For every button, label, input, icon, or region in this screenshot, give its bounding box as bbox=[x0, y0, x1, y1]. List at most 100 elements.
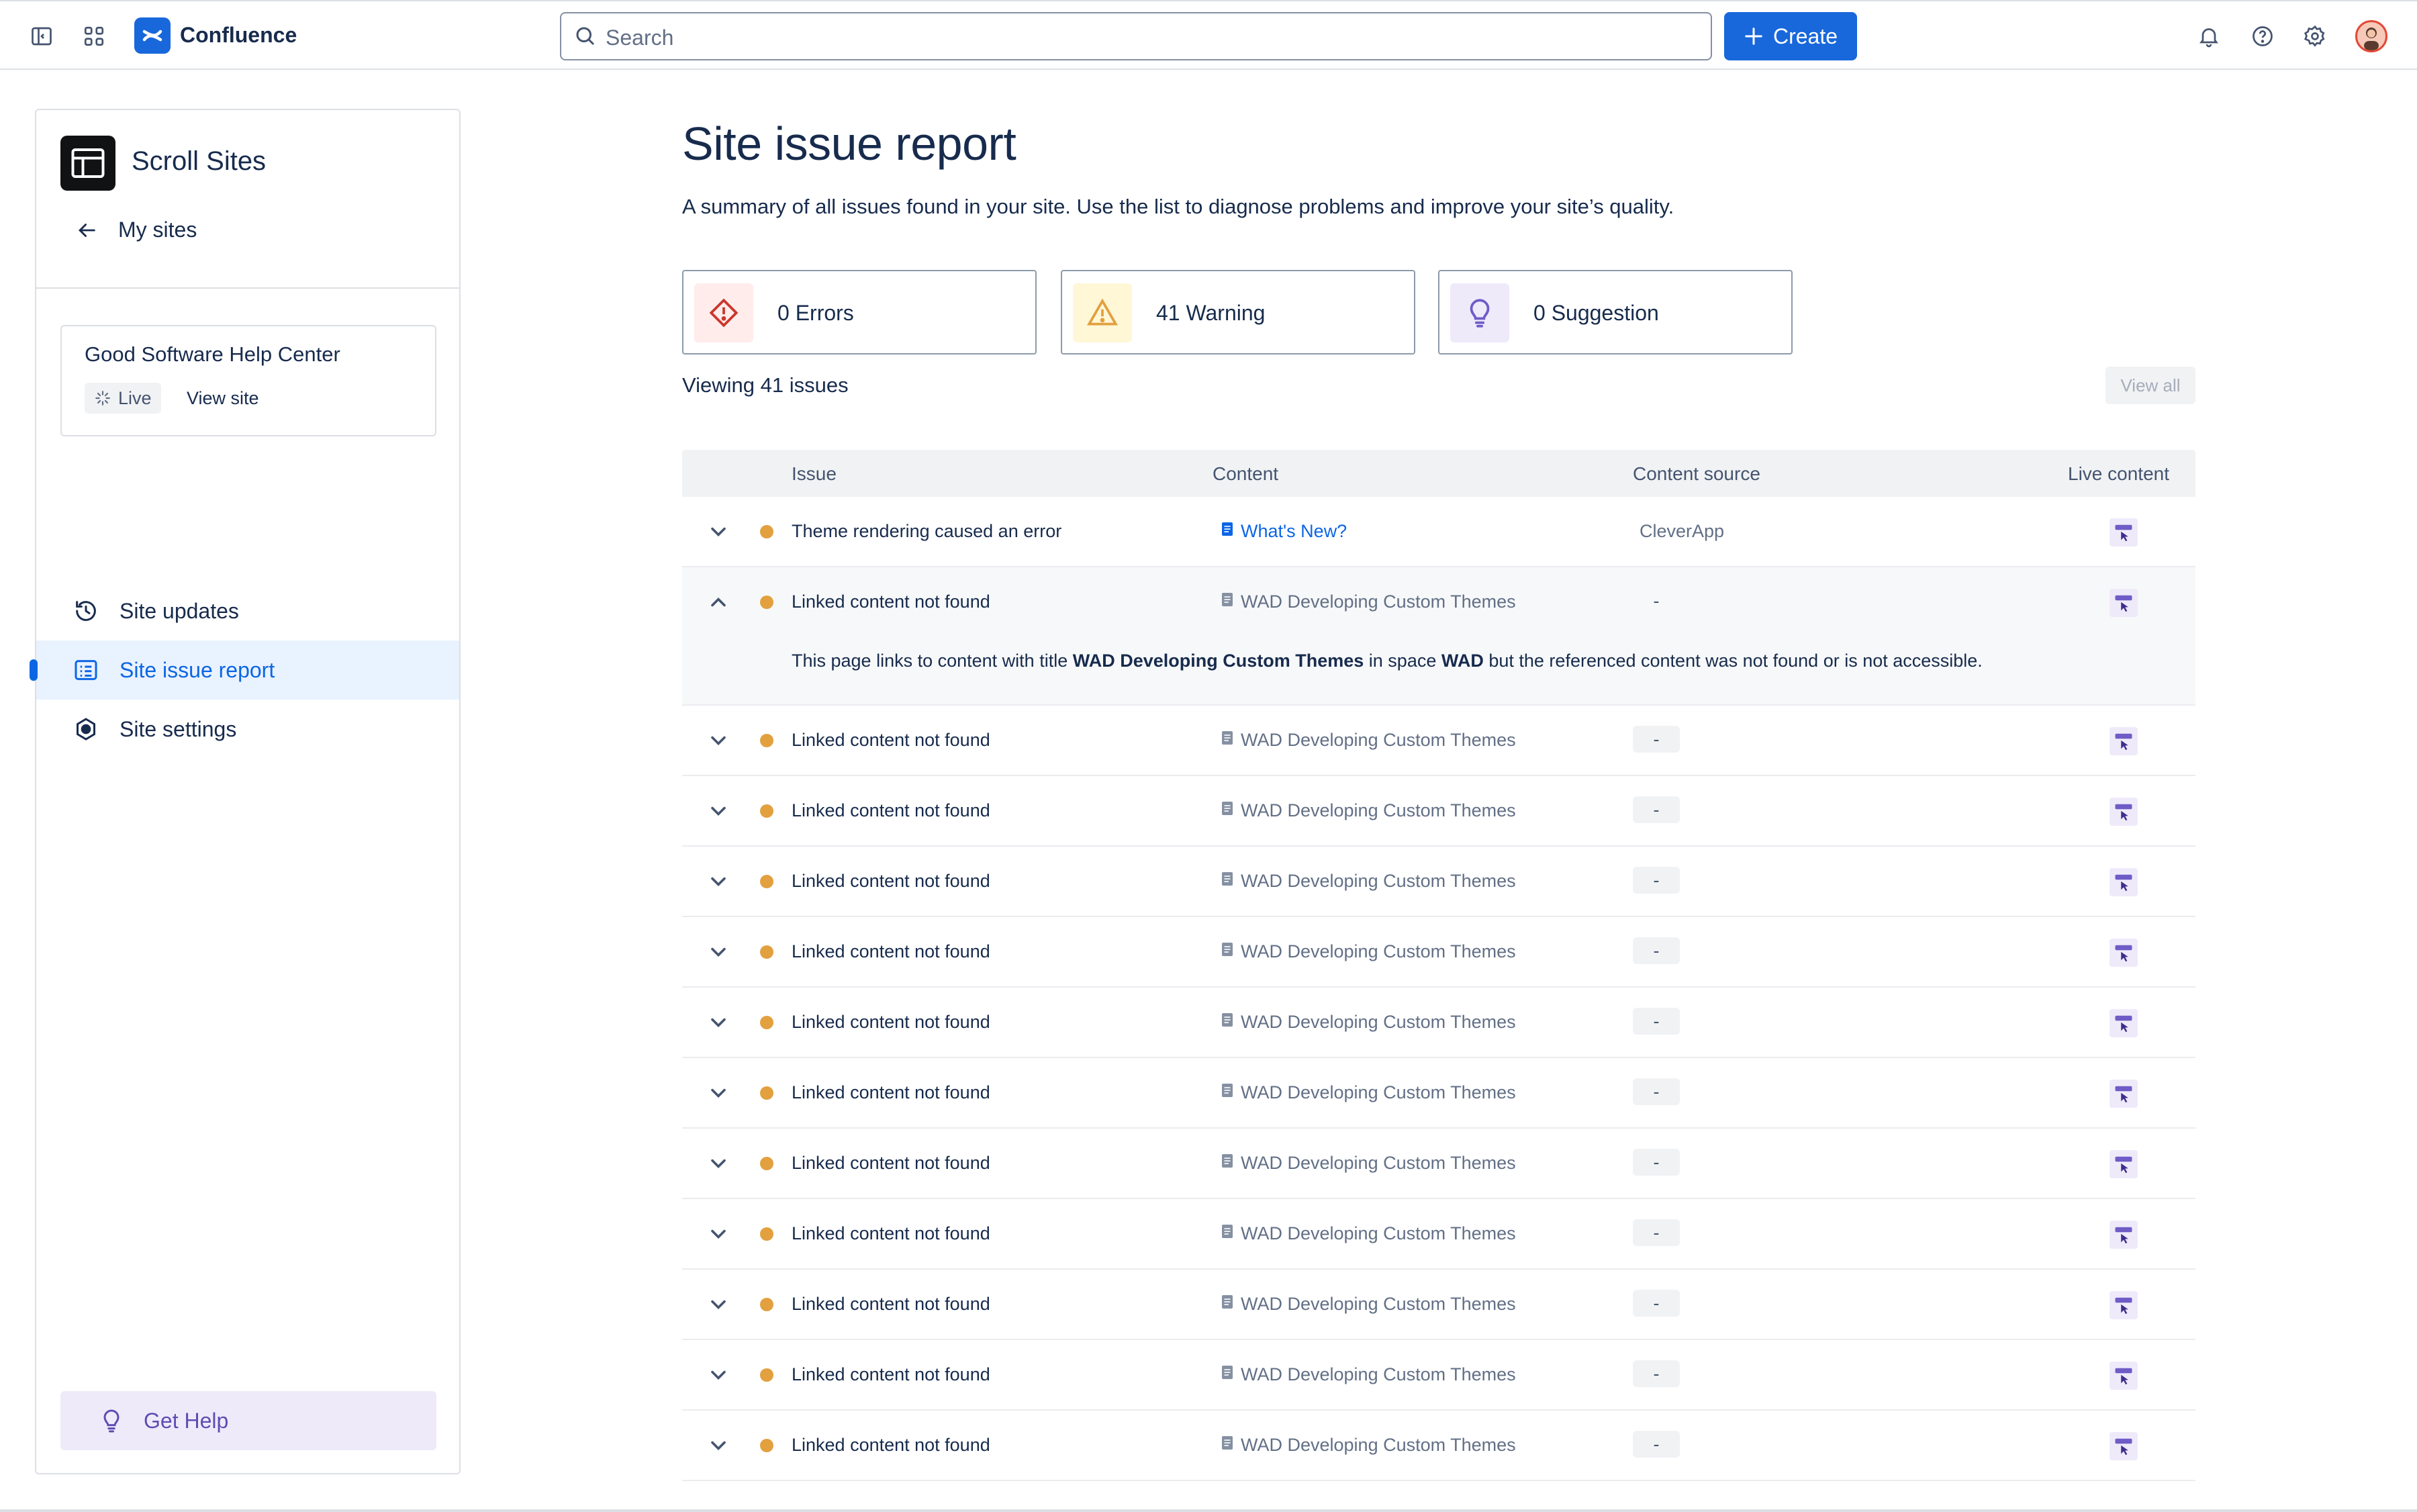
detail-space: WAD bbox=[1441, 651, 1484, 671]
get-help-label: Get Help bbox=[144, 1408, 229, 1433]
live-content-icon[interactable] bbox=[2110, 939, 2138, 967]
live-content-icon[interactable] bbox=[2110, 1221, 2138, 1249]
user-avatar[interactable] bbox=[2355, 20, 2387, 52]
search-input[interactable]: Search bbox=[560, 12, 1712, 60]
table-row[interactable]: Linked content not found WAD Developing C… bbox=[682, 567, 2195, 706]
chevron-down-icon[interactable] bbox=[706, 1363, 730, 1387]
issue-text: Linked content not found bbox=[792, 1435, 990, 1455]
warning-status-dot bbox=[760, 734, 773, 747]
sidebar-toggle-icon[interactable] bbox=[28, 23, 55, 50]
table-row[interactable]: Linked content not found WAD Developing C… bbox=[682, 917, 2195, 988]
issues-table: Issue Content Content source Live conten… bbox=[682, 450, 2195, 1481]
live-content-icon[interactable] bbox=[2110, 1362, 2138, 1390]
product-name[interactable]: Confluence bbox=[180, 23, 297, 48]
table-row[interactable]: Linked content not found WAD Developing C… bbox=[682, 1340, 2195, 1411]
live-content-icon[interactable] bbox=[2110, 1080, 2138, 1108]
content-item: WAD Developing Custom Themes bbox=[1221, 1153, 1516, 1174]
sidebar-item-site-issue-report[interactable]: Site issue report bbox=[30, 641, 459, 700]
chevron-down-icon[interactable] bbox=[706, 1222, 730, 1246]
notifications-bell-icon[interactable] bbox=[2195, 23, 2222, 50]
table-row[interactable]: Linked content not found WAD Developing C… bbox=[682, 1058, 2195, 1129]
scroll-sites-logo-icon bbox=[60, 136, 115, 191]
column-header-live-content[interactable]: Live content bbox=[2068, 463, 2169, 485]
view-all-button[interactable]: View all bbox=[2105, 367, 2195, 404]
content-source-empty: - bbox=[1633, 867, 1680, 894]
warning-status-dot bbox=[760, 945, 773, 959]
back-to-my-sites-link[interactable]: My sites bbox=[75, 218, 197, 242]
live-content-icon[interactable] bbox=[2110, 1291, 2138, 1319]
live-content-icon[interactable] bbox=[2110, 868, 2138, 896]
table-row[interactable]: Linked content not found WAD Developing C… bbox=[682, 1129, 2195, 1199]
chevron-down-icon[interactable] bbox=[706, 520, 730, 544]
chevron-down-icon[interactable] bbox=[706, 799, 730, 823]
page-icon bbox=[1221, 730, 1234, 751]
issue-text: Linked content not found bbox=[792, 592, 990, 612]
chevron-down-icon[interactable] bbox=[706, 1081, 730, 1105]
table-row[interactable]: Linked content not found WAD Developing C… bbox=[682, 706, 2195, 776]
table-row[interactable]: Linked content not found WAD Developing C… bbox=[682, 1270, 2195, 1340]
chevron-down-icon[interactable] bbox=[706, 1151, 730, 1176]
chevron-down-icon[interactable] bbox=[706, 728, 730, 753]
column-header-content[interactable]: Content bbox=[1213, 463, 1278, 485]
table-row[interactable]: Theme rendering caused an error What's Ne… bbox=[682, 497, 2195, 567]
sidebar-item-site-settings[interactable]: Site settings bbox=[36, 700, 459, 759]
chevron-up-icon[interactable] bbox=[706, 590, 730, 614]
content-item: WAD Developing Custom Themes bbox=[1221, 1294, 1516, 1315]
live-content-icon[interactable] bbox=[2110, 589, 2138, 617]
content-item: WAD Developing Custom Themes bbox=[1221, 1082, 1516, 1103]
detail-middle: in space bbox=[1364, 651, 1441, 671]
live-status-badge: Live bbox=[85, 383, 161, 414]
content-link[interactable]: What's New? bbox=[1221, 521, 1347, 542]
view-site-link[interactable]: View site bbox=[187, 388, 259, 409]
back-label: My sites bbox=[118, 218, 197, 242]
content-item: WAD Developing Custom Themes bbox=[1221, 1012, 1516, 1033]
errors-stat-card[interactable]: 0 Errors bbox=[682, 270, 1037, 355]
warnings-stat-card[interactable]: 41 Warning bbox=[1061, 270, 1415, 355]
content-source[interactable]: CleverApp bbox=[1633, 521, 1724, 552]
table-row[interactable]: Linked content not found WAD Developing C… bbox=[682, 1411, 2195, 1481]
content-title: WAD Developing Custom Themes bbox=[1241, 592, 1516, 612]
live-content-icon[interactable] bbox=[2110, 798, 2138, 826]
column-header-issue[interactable]: Issue bbox=[792, 463, 837, 485]
detail-suffix: but the referenced content was not found… bbox=[1483, 651, 1983, 671]
content-source-empty: - bbox=[1633, 1219, 1680, 1246]
content-source-empty: - bbox=[1633, 1431, 1680, 1458]
content-title: WAD Developing Custom Themes bbox=[1241, 1223, 1516, 1243]
settings-gear-icon[interactable] bbox=[2302, 23, 2328, 50]
create-label: Create bbox=[1772, 23, 1838, 48]
content-item: WAD Developing Custom Themes bbox=[1221, 592, 1516, 612]
column-header-content-source[interactable]: Content source bbox=[1633, 463, 1760, 485]
table-row[interactable]: Linked content not found WAD Developing C… bbox=[682, 776, 2195, 847]
live-content-icon[interactable] bbox=[2110, 727, 2138, 755]
chevron-down-icon[interactable] bbox=[706, 869, 730, 894]
app-switcher-icon[interactable] bbox=[81, 23, 107, 50]
live-content-icon[interactable] bbox=[2110, 1150, 2138, 1178]
site-name: Good Software Help Center bbox=[85, 342, 340, 366]
chevron-down-icon[interactable] bbox=[706, 1433, 730, 1458]
sidebar-item-site-updates[interactable]: Site updates bbox=[36, 581, 459, 641]
suggestions-stat-card[interactable]: 0 Suggestion bbox=[1438, 270, 1793, 355]
help-question-icon[interactable] bbox=[2249, 23, 2276, 50]
chevron-down-icon[interactable] bbox=[706, 1010, 730, 1035]
live-content-icon[interactable] bbox=[2110, 1009, 2138, 1037]
live-content-icon[interactable] bbox=[2110, 1432, 2138, 1460]
live-spinner-icon bbox=[95, 391, 110, 406]
live-content-icon[interactable] bbox=[2110, 518, 2138, 547]
create-button[interactable]: Create bbox=[1724, 12, 1857, 60]
chevron-down-icon[interactable] bbox=[706, 940, 730, 964]
table-row[interactable]: Linked content not found WAD Developing C… bbox=[682, 847, 2195, 917]
issue-text: Linked content not found bbox=[792, 800, 990, 820]
get-help-button[interactable]: Get Help bbox=[60, 1391, 436, 1450]
table-row[interactable]: Linked content not found WAD Developing C… bbox=[682, 1199, 2195, 1270]
warning-status-dot bbox=[760, 875, 773, 888]
table-row[interactable]: Linked content not found WAD Developing C… bbox=[682, 988, 2195, 1058]
confluence-logo-icon[interactable] bbox=[134, 17, 171, 54]
warning-status-dot bbox=[760, 1227, 773, 1241]
history-icon bbox=[76, 601, 96, 621]
page-icon bbox=[1221, 800, 1234, 821]
content-title: WAD Developing Custom Themes bbox=[1241, 730, 1516, 750]
warning-status-dot bbox=[760, 1439, 773, 1452]
chevron-down-icon[interactable] bbox=[706, 1292, 730, 1317]
content-item: WAD Developing Custom Themes bbox=[1221, 941, 1516, 962]
page-icon bbox=[1221, 871, 1234, 892]
